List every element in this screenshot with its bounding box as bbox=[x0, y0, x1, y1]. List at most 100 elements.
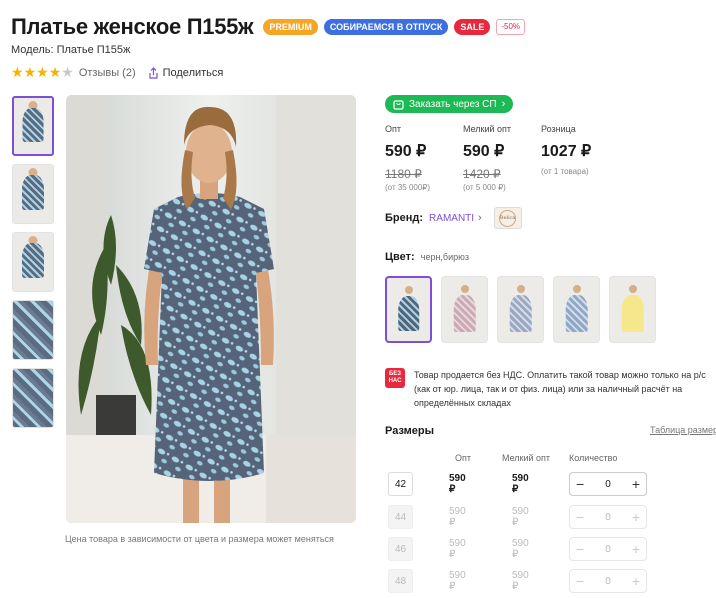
vat-notice-text: Товар продается без НДС. Оплатить такой … bbox=[414, 368, 706, 410]
price-retail-value: 1027 ₽ bbox=[541, 143, 592, 160]
color-swatch-4[interactable] bbox=[553, 276, 600, 343]
price-retail-note: (от 1 товара) bbox=[541, 167, 589, 176]
quantity-value[interactable]: 0 bbox=[605, 576, 611, 587]
color-swatch-1[interactable] bbox=[385, 276, 432, 343]
price-small-opt-old: 1420 ₽ bbox=[463, 167, 501, 181]
quantity-stepper: − 0 + bbox=[569, 537, 647, 561]
color-swatch-2[interactable] bbox=[441, 276, 488, 343]
no-vat-icon: БЕЗ НАС bbox=[385, 368, 405, 388]
vat-notice-line: определённых складах bbox=[414, 398, 511, 408]
size-label[interactable]: 48 bbox=[388, 569, 413, 593]
size-label[interactable]: 44 bbox=[388, 505, 413, 529]
share-button[interactable]: Поделиться bbox=[148, 66, 224, 79]
color-label: Цвет: bbox=[385, 251, 415, 263]
col-header-quantity: Количество bbox=[569, 453, 618, 463]
thumbnail-4[interactable] bbox=[12, 300, 54, 360]
size-row: 42 590 ₽ 590 ₽ − 0 + bbox=[388, 472, 647, 496]
thumbnail-2[interactable] bbox=[12, 164, 54, 224]
star-icon: ★ bbox=[11, 64, 24, 80]
price-retail: Розница 1027 ₽ (от 1 товара) bbox=[541, 124, 619, 192]
quantity-stepper: − 0 + bbox=[569, 472, 647, 496]
size-small-opt-price: 590 ₽ bbox=[512, 473, 529, 495]
quantity-value[interactable]: 0 bbox=[605, 479, 611, 490]
price-small-opt: Мелкий опт 590 ₽ 1420 ₽ (от 5 000 ₽) bbox=[463, 124, 541, 192]
size-opt-price: 590 ₽ bbox=[449, 570, 466, 592]
price-small-opt-note: (от 5 000 ₽) bbox=[463, 183, 506, 192]
color-swatch-3[interactable] bbox=[497, 276, 544, 343]
price-opt: Опт 590 ₽ 1180 ₽ (от 35 000₽) bbox=[385, 124, 463, 192]
chevron-right-icon: › bbox=[478, 212, 482, 224]
minus-icon[interactable]: − bbox=[576, 542, 584, 556]
color-swatches bbox=[385, 276, 656, 343]
price-note: Цена товара в зависимости от цвета и раз… bbox=[65, 534, 334, 544]
title-row: Платье женское П155ж PREMIUM СОБИРАЕМСЯ … bbox=[11, 14, 526, 40]
size-label[interactable]: 46 bbox=[388, 537, 413, 561]
brand-row: Бренд: RAMANTI › Belica bbox=[385, 207, 522, 229]
color-value: черн,бирюз bbox=[420, 252, 469, 262]
size-row: 48 590 ₽ 590 ₽ − 0 + bbox=[388, 569, 647, 593]
size-opt-price: 590 ₽ bbox=[449, 473, 466, 495]
minus-icon[interactable]: − bbox=[576, 510, 584, 524]
color-row: Цвет: черн,бирюз bbox=[385, 251, 469, 263]
plus-icon[interactable]: + bbox=[632, 542, 640, 556]
thumbnail-5[interactable] bbox=[12, 368, 54, 428]
vat-notice-line: (как от юр. лица, так и от физ. лица) ил… bbox=[414, 384, 683, 394]
thumbnail-list bbox=[12, 96, 54, 436]
plus-icon[interactable]: + bbox=[632, 477, 640, 491]
col-header-opt: Опт bbox=[455, 453, 471, 463]
quantity-value[interactable]: 0 bbox=[605, 544, 611, 555]
vacation-badge[interactable]: СОБИРАЕМСЯ В ОТПУСК bbox=[323, 19, 449, 35]
star-icon: ★ bbox=[48, 64, 62, 80]
size-small-opt-price: 590 ₽ bbox=[512, 570, 529, 592]
brand-logo[interactable]: Belica bbox=[493, 207, 522, 229]
plus-icon[interactable]: + bbox=[632, 574, 640, 588]
size-small-opt-price: 590 ₽ bbox=[512, 506, 529, 528]
product-page: Платье женское П155ж PREMIUM СОБИРАЕМСЯ … bbox=[0, 0, 716, 598]
sizes-title: Размеры bbox=[385, 425, 435, 437]
vat-notice-line: Товар продается без НДС. Оплатить такой … bbox=[414, 370, 706, 380]
minus-icon[interactable]: − bbox=[576, 574, 584, 588]
size-opt-price: 590 ₽ bbox=[449, 538, 466, 560]
size-table-link[interactable]: Таблица размеров bbox=[650, 425, 716, 435]
quantity-value[interactable]: 0 bbox=[605, 512, 611, 523]
model-photo bbox=[66, 95, 356, 523]
vat-notice: БЕЗ НАС Товар продается без НДС. Оплатит… bbox=[385, 368, 716, 410]
color-swatch-5[interactable] bbox=[609, 276, 656, 343]
col-header-small-opt: Мелкий опт bbox=[502, 453, 551, 463]
size-row: 46 590 ₽ 590 ₽ − 0 + bbox=[388, 537, 647, 561]
rating-stars: ★★★★★ bbox=[11, 65, 74, 80]
quantity-stepper: − 0 + bbox=[569, 569, 647, 593]
brand-label: Бренд: bbox=[385, 212, 424, 224]
share-label: Поделиться bbox=[162, 66, 224, 79]
price-retail-label: Розница bbox=[541, 124, 576, 134]
rating-row: ★★★★★ Отзывы (2) Поделиться bbox=[11, 65, 223, 80]
size-row: 44 590 ₽ 590 ₽ − 0 + bbox=[388, 505, 647, 529]
quantity-stepper: − 0 + bbox=[569, 505, 647, 529]
thumbnail-1[interactable] bbox=[12, 96, 54, 156]
brand-link[interactable]: RAMANTI bbox=[429, 213, 474, 224]
size-label[interactable]: 42 bbox=[388, 472, 413, 496]
star-icon: ★ bbox=[23, 64, 37, 80]
price-small-opt-label: Мелкий опт bbox=[463, 124, 512, 134]
star-empty-icon: ★ bbox=[61, 64, 74, 80]
minus-icon[interactable]: − bbox=[576, 477, 584, 491]
plus-icon[interactable]: + bbox=[632, 510, 640, 524]
discount-badge: -50% bbox=[496, 19, 526, 35]
price-small-opt-value: 590 ₽ bbox=[463, 143, 505, 160]
premium-badge: PREMIUM bbox=[263, 19, 318, 35]
cart-icon bbox=[393, 99, 404, 110]
price-opt-value: 590 ₽ bbox=[385, 143, 427, 160]
order-sp-button[interactable]: Заказать через СП › bbox=[385, 95, 514, 113]
main-product-image[interactable] bbox=[66, 95, 356, 523]
size-opt-price: 590 ₽ bbox=[449, 506, 466, 528]
share-icon bbox=[149, 66, 158, 79]
price-opt-note: (от 35 000₽) bbox=[385, 183, 431, 192]
order-sp-label: Заказать через СП bbox=[409, 98, 497, 110]
price-block: Опт 590 ₽ 1180 ₽ (от 35 000₽) Мелкий опт… bbox=[385, 124, 619, 192]
brand-logo-text: Belica bbox=[499, 209, 517, 227]
price-opt-old: 1180 ₽ bbox=[385, 167, 422, 181]
page-title: Платье женское П155ж bbox=[11, 14, 254, 39]
thumbnail-3[interactable] bbox=[12, 232, 54, 292]
size-small-opt-price: 590 ₽ bbox=[512, 538, 529, 560]
reviews-link[interactable]: Отзывы (2) bbox=[79, 67, 136, 79]
